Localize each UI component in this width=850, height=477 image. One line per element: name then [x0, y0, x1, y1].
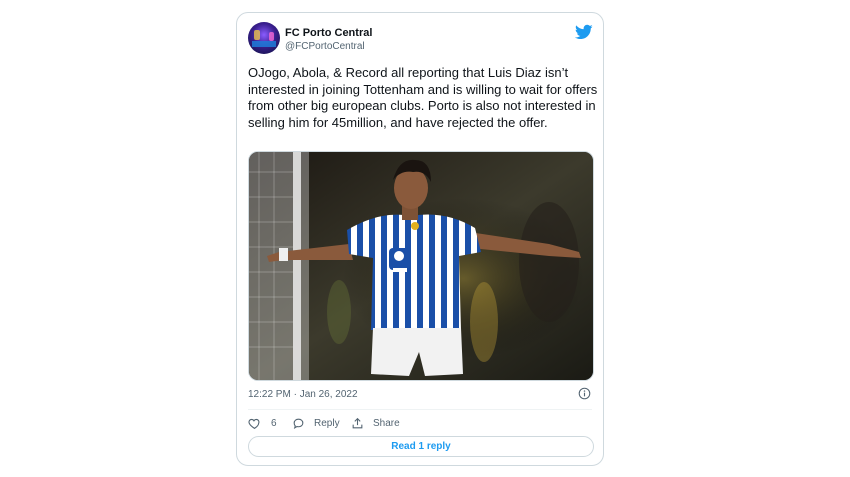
share-arrow-icon	[352, 417, 363, 428]
heart-icon	[248, 418, 260, 429]
author-name[interactable]: FC Porto Central	[285, 27, 372, 39]
author-handle[interactable]: @FCPortoCentral	[285, 41, 365, 52]
info-icon[interactable]	[578, 387, 591, 400]
twitter-bird-icon[interactable]	[575, 23, 593, 41]
share-label: Share	[373, 417, 400, 429]
divider	[248, 409, 592, 410]
reply-label: Reply	[314, 417, 340, 429]
tweet-card: FC Porto Central @FCPortoCentral OJogo, …	[236, 12, 604, 466]
player-photo-illustration	[249, 152, 593, 380]
read-replies-button[interactable]: Read 1 reply	[248, 436, 594, 457]
avatar[interactable]	[248, 22, 280, 54]
tweet-text: OJogo, Abola, & Record all reporting tha…	[248, 65, 598, 130]
share-button[interactable]: Share	[351, 416, 400, 430]
speech-bubble-icon	[293, 418, 304, 429]
like-button[interactable]: 6	[248, 416, 277, 430]
tweet-photo[interactable]	[248, 151, 594, 381]
reply-button[interactable]: Reply	[292, 416, 340, 430]
tweet-timestamp[interactable]: 12:22 PM · Jan 26, 2022	[248, 389, 358, 400]
like-count: 6	[271, 417, 277, 429]
